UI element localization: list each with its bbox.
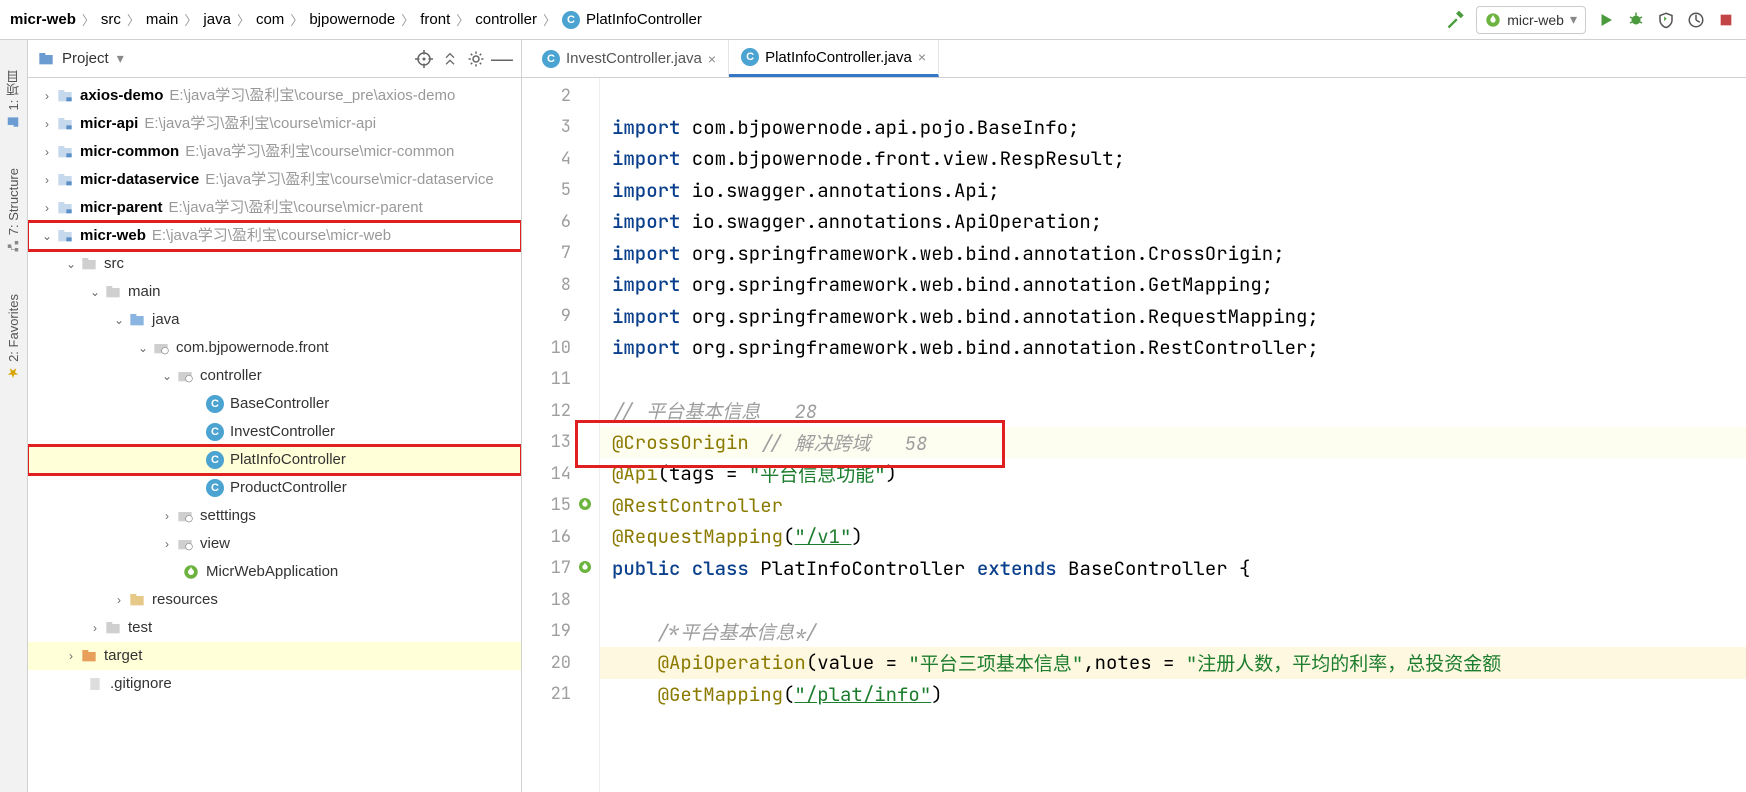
class-icon: C xyxy=(206,451,224,469)
stop-button[interactable] xyxy=(1716,10,1736,30)
tool-structure[interactable]: 7: Structure xyxy=(6,168,21,253)
module-icon xyxy=(56,87,74,105)
class-icon: C xyxy=(206,395,224,413)
tab-invest[interactable]: CInvestController.java× xyxy=(530,40,729,77)
close-icon[interactable]: × xyxy=(918,49,926,65)
tree-item-src[interactable]: ⌄src xyxy=(28,250,521,278)
left-tool-strip: 1: 项目 7: Structure 2: Favorites xyxy=(0,40,28,792)
project-icon xyxy=(38,51,54,67)
folder-icon xyxy=(104,283,122,301)
project-view-dropdown-icon[interactable]: ▾ xyxy=(117,50,124,67)
tree-item-target[interactable]: ›target xyxy=(28,642,521,670)
tree-item-package[interactable]: ⌄com.bjpowernode.front xyxy=(28,334,521,362)
class-icon: C xyxy=(562,11,580,29)
crumb-file[interactable]: C PlatInfoController xyxy=(562,11,702,29)
crumb-5[interactable]: bjpowernode〉 xyxy=(309,10,414,29)
crumb-4[interactable]: com〉 xyxy=(256,10,303,29)
editor-tabs: CInvestController.java× CPlatInfoControl… xyxy=(522,40,1746,78)
tree-item-micr-dataservice[interactable]: ›micr-dataserviceE:\java学习\盈利宝\course\mi… xyxy=(28,166,521,194)
module-icon xyxy=(56,199,74,217)
tab-platinfo[interactable]: CPlatInfoController.java× xyxy=(729,40,939,77)
run-config-label: micr-web xyxy=(1507,12,1564,28)
expand-all-icon[interactable] xyxy=(441,50,459,68)
tree-item-java[interactable]: ⌄java xyxy=(28,306,521,334)
module-icon xyxy=(56,171,74,189)
project-panel: Project ▾ — ›axios-demoE:\java学习\盈利宝\cou… xyxy=(28,40,522,792)
tree-item-product-controller[interactable]: CProductController xyxy=(28,474,521,502)
tree-item-test[interactable]: ›test xyxy=(28,614,521,642)
tree-item-axios-demo[interactable]: ›axios-demoE:\java学习\盈利宝\course_pre\axio… xyxy=(28,82,521,110)
project-view-label[interactable]: Project xyxy=(62,50,109,67)
resources-folder-icon xyxy=(128,591,146,609)
crumb-2[interactable]: main〉 xyxy=(146,10,198,29)
run-button[interactable] xyxy=(1596,10,1616,30)
tree-item-micrwebapp[interactable]: MicrWebApplication xyxy=(28,558,521,586)
crumb-6[interactable]: front〉 xyxy=(420,10,469,29)
package-icon xyxy=(152,339,170,357)
file-icon xyxy=(86,675,104,693)
editor: CInvestController.java× CPlatInfoControl… xyxy=(522,40,1746,792)
locate-icon[interactable] xyxy=(415,50,433,68)
tree-item-main[interactable]: ⌄main xyxy=(28,278,521,306)
folder-icon xyxy=(104,619,122,637)
hide-panel-icon[interactable]: — xyxy=(493,50,511,68)
tree-item-base-controller[interactable]: CBaseController xyxy=(28,390,521,418)
debug-button[interactable] xyxy=(1626,10,1646,30)
tool-project[interactable]: 1: 项目 xyxy=(4,70,23,128)
tree-item-gitignore[interactable]: .gitignore xyxy=(28,670,521,698)
tree-item-resources[interactable]: ›resources xyxy=(28,586,521,614)
tree-item-settings[interactable]: ›setttings xyxy=(28,502,521,530)
bean-gutter-icon[interactable] xyxy=(577,496,595,514)
module-icon xyxy=(56,143,74,161)
folder-icon xyxy=(80,255,98,273)
spring-class-icon xyxy=(182,563,200,581)
build-hammer-icon[interactable] xyxy=(1446,10,1466,30)
tree-item-micr-common[interactable]: ›micr-commonE:\java学习\盈利宝\course\micr-co… xyxy=(28,138,521,166)
code-body[interactable]: import com.bjpowernode.api.pojo.BaseInfo… xyxy=(600,78,1746,792)
code-area[interactable]: 2 3 4 5 6 7 8 9 10 11 12 13 14 15 16 17 … xyxy=(522,78,1746,792)
class-icon: C xyxy=(542,50,560,68)
tree-item-micr-web[interactable]: ⌄micr-webE:\java学习\盈利宝\course\micr-web xyxy=(28,222,521,250)
tree-item-invest-controller[interactable]: CInvestController xyxy=(28,418,521,446)
source-folder-icon xyxy=(128,311,146,329)
breadcrumb: micr-web〉 src〉 main〉 java〉 com〉 bjpowern… xyxy=(10,10,1446,29)
crumb-0[interactable]: micr-web〉 xyxy=(10,10,95,29)
tree-item-micr-api[interactable]: ›micr-apiE:\java学习\盈利宝\course\micr-api xyxy=(28,110,521,138)
run-config-select[interactable]: micr-web ▾ xyxy=(1476,6,1586,34)
top-actions: micr-web ▾ xyxy=(1446,6,1736,34)
project-tree[interactable]: ›axios-demoE:\java学习\盈利宝\course_pre\axio… xyxy=(28,78,521,792)
excluded-folder-icon xyxy=(80,647,98,665)
crumb-1[interactable]: src〉 xyxy=(101,10,140,29)
settings-gear-icon[interactable] xyxy=(467,50,485,68)
crumb-7[interactable]: controller〉 xyxy=(475,10,556,29)
package-icon xyxy=(176,535,194,553)
class-icon: C xyxy=(741,48,759,66)
tree-item-platinfo-controller[interactable]: CPlatInfoController xyxy=(28,446,521,474)
module-icon xyxy=(56,115,74,133)
spring-run-icon xyxy=(1485,12,1501,28)
tree-item-controller[interactable]: ⌄controller xyxy=(28,362,521,390)
module-icon xyxy=(56,227,74,245)
close-icon[interactable]: × xyxy=(708,51,716,67)
class-icon: C xyxy=(206,479,224,497)
tree-item-micr-parent[interactable]: ›micr-parentE:\java学习\盈利宝\course\micr-pa… xyxy=(28,194,521,222)
top-bar: micr-web〉 src〉 main〉 java〉 com〉 bjpowern… xyxy=(0,0,1746,40)
package-icon xyxy=(176,507,194,525)
profile-button[interactable] xyxy=(1686,10,1706,30)
tool-favorites[interactable]: 2: Favorites xyxy=(6,294,21,380)
coverage-button[interactable] xyxy=(1656,10,1676,30)
gutter[interactable]: 2 3 4 5 6 7 8 9 10 11 12 13 14 15 16 17 … xyxy=(522,78,600,792)
package-icon xyxy=(176,367,194,385)
class-icon: C xyxy=(206,423,224,441)
tree-item-view[interactable]: ›view xyxy=(28,530,521,558)
project-panel-header: Project ▾ — xyxy=(28,40,521,78)
main-area: Project ▾ — ›axios-demoE:\java学习\盈利宝\cou… xyxy=(28,40,1746,792)
bean-gutter-icon[interactable] xyxy=(577,559,595,577)
crumb-3[interactable]: java〉 xyxy=(203,10,250,29)
